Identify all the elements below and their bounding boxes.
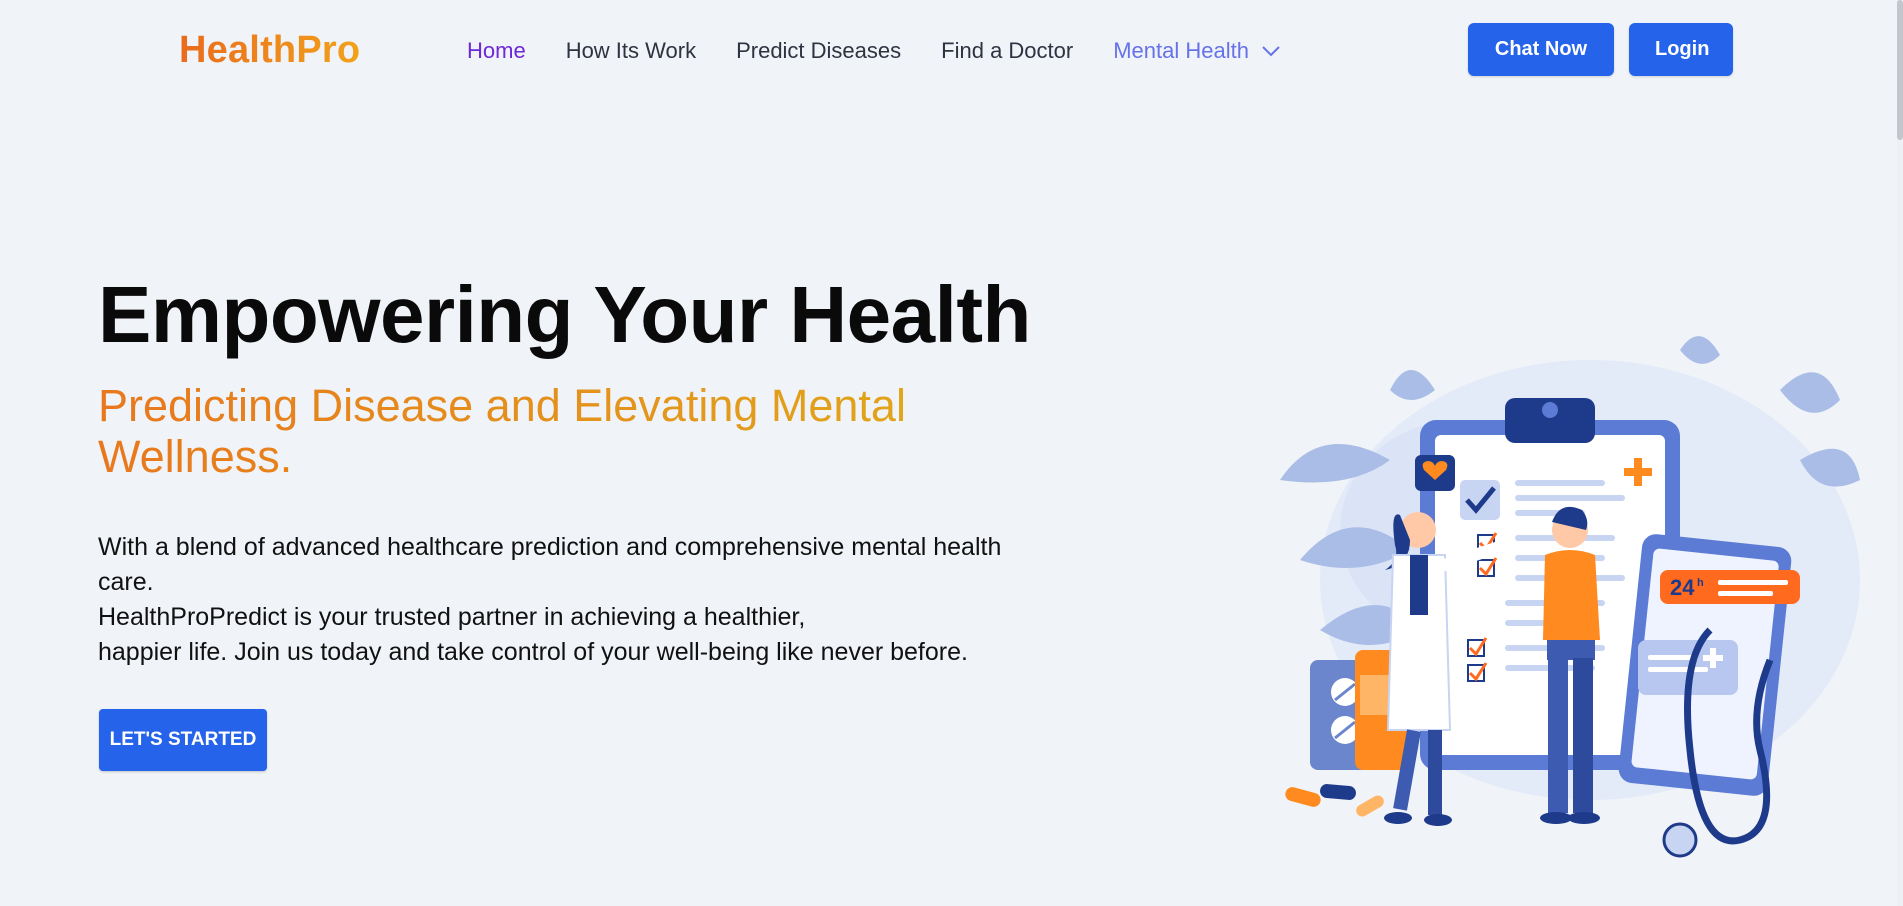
nav-dropdown-mental-health[interactable]: Mental Health bbox=[1113, 36, 1281, 66]
nav-link-predict-diseases[interactable]: Predict Diseases bbox=[736, 36, 901, 66]
nav-link-find-doctor[interactable]: Find a Doctor bbox=[941, 36, 1073, 66]
badge-24h-text: 24 bbox=[1670, 575, 1695, 600]
chevron-down-icon bbox=[1262, 46, 1280, 57]
hero-subtitle: Predicting Disease and Elevating Mental … bbox=[98, 380, 998, 482]
page-scrollbar[interactable] bbox=[1897, 0, 1903, 906]
healthcare-illustration: 24 h bbox=[1280, 336, 1860, 858]
hero-title: Empowering Your Health bbox=[98, 270, 1031, 359]
lets-started-button[interactable]: LET'S STARTED bbox=[99, 709, 267, 771]
hero-description-line: happier life. Join us today and take con… bbox=[98, 638, 968, 666]
hero-description: With a blend of advanced healthcare pred… bbox=[98, 530, 1058, 670]
hero-description-line: HealthProPredict is your trusted partner… bbox=[98, 603, 806, 631]
nav-link-home[interactable]: Home bbox=[467, 36, 526, 66]
login-button[interactable]: Login bbox=[1629, 23, 1733, 76]
main-nav: Home How Its Work Predict Diseases Find … bbox=[467, 36, 1281, 66]
chat-now-button[interactable]: Chat Now bbox=[1468, 23, 1614, 76]
nav-link-how-its-work[interactable]: How Its Work bbox=[566, 36, 696, 66]
nav-link-mental-health-label: Mental Health bbox=[1113, 38, 1249, 63]
scrollbar-thumb[interactable] bbox=[1897, 0, 1903, 140]
hero-description-line: With a blend of advanced healthcare pred… bbox=[98, 533, 1002, 596]
top-navbar: HealthPro Home How Its Work Predict Dise… bbox=[0, 0, 1903, 100]
logo[interactable]: HealthPro bbox=[179, 26, 360, 74]
badge-24h-suffix: h bbox=[1697, 577, 1704, 589]
